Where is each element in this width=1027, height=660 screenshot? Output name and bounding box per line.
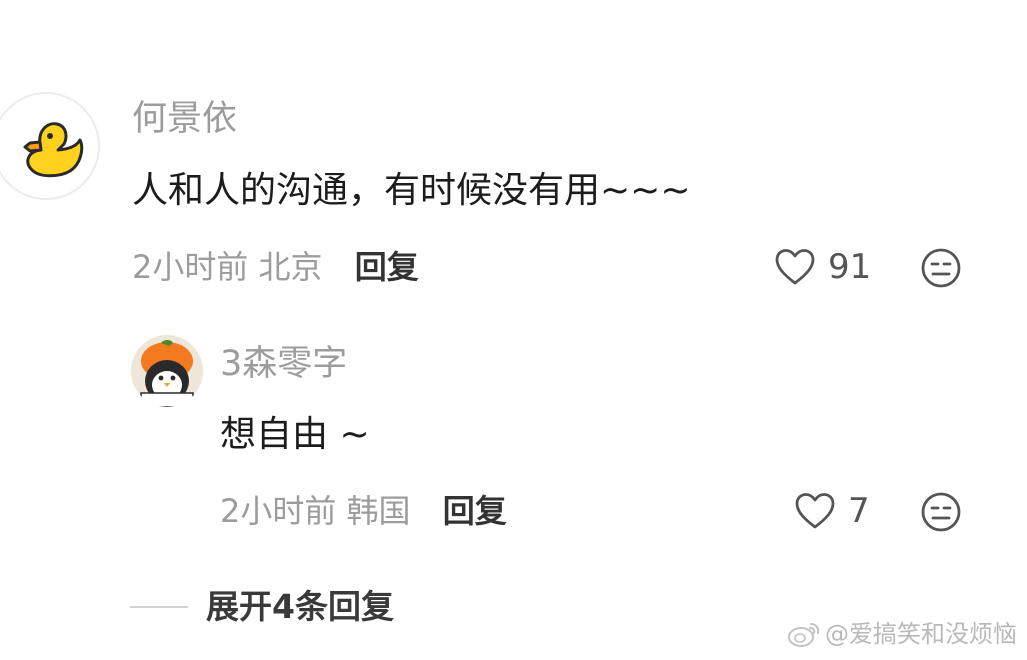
comment-meta: 2小时前 北京 回复 [132, 251, 419, 283]
reply-text: 想自由 ~ [220, 414, 370, 455]
comment-thread: 何景依 人和人的沟通，有时候没有用~~~ 2小时前 北京 回复 91 3森零字 … [0, 0, 1027, 660]
like-button[interactable]: 91 [774, 248, 871, 286]
comment-text: 人和人的沟通，有时候没有用~~~ [132, 170, 691, 211]
watermark: @爱搞笑和没烦恼 [787, 620, 1017, 648]
penguin-icon [131, 335, 203, 407]
comment-location: 北京 [258, 248, 323, 286]
reply-like-count: 7 [848, 491, 870, 531]
expand-replies-label: 展开4条回复 [206, 587, 394, 626]
duck-icon [23, 122, 84, 178]
reply-location: 韩国 [346, 492, 411, 530]
reply-button[interactable]: 回复 [355, 248, 419, 286]
expand-replies-button[interactable]: 展开4条回复 [130, 590, 394, 623]
reply-username[interactable]: 3森零字 [220, 347, 347, 382]
reply-avatar[interactable] [131, 335, 203, 407]
divider-line [130, 605, 188, 608]
watermark-text: @爱搞笑和没烦恼 [825, 620, 1017, 648]
heart-outline-icon [775, 249, 815, 285]
reply-reply-button[interactable]: 回复 [443, 492, 507, 530]
heart-outline-icon [795, 493, 835, 529]
comment-username[interactable]: 何景依 [132, 102, 237, 137]
avatar[interactable] [0, 92, 100, 200]
reply-meta: 2小时前 韩国 回复 [220, 495, 507, 527]
reply-like-button[interactable]: 7 [794, 492, 870, 530]
weibo-logo-icon [788, 623, 820, 647]
reply-time: 2小时前 [220, 492, 337, 530]
neutral-face-icon [921, 492, 961, 532]
like-count: 91 [828, 247, 872, 287]
comment-time: 2小时前 [132, 248, 249, 286]
neutral-face-icon [921, 248, 961, 288]
reply-dislike-button[interactable] [920, 491, 962, 533]
dislike-button[interactable] [920, 247, 962, 289]
